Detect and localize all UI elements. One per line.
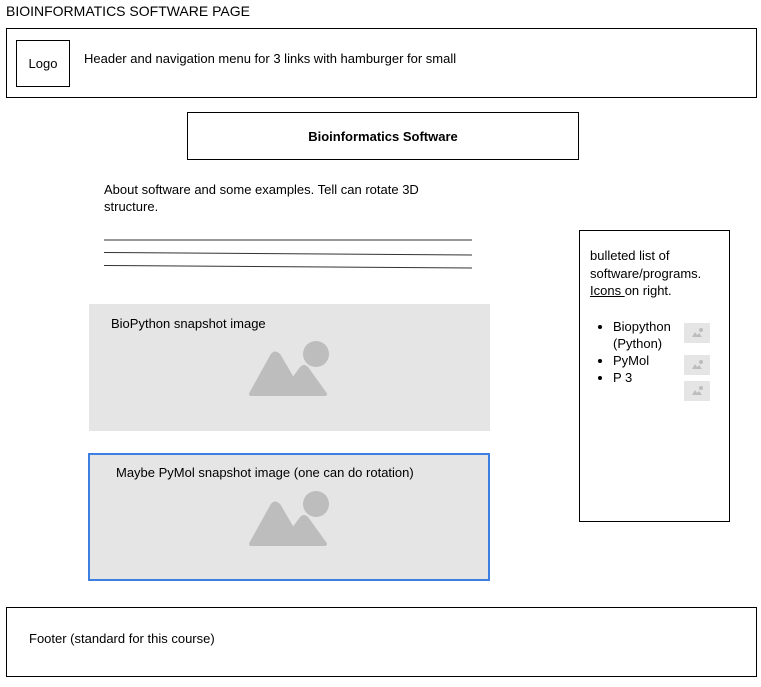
main-title: Bioinformatics Software: [308, 128, 458, 144]
software-list: Biopython (Python) PyMol P 3: [592, 318, 693, 386]
image-icon: [249, 341, 329, 396]
image-icon: [684, 323, 710, 343]
footer-text: Footer (standard for this course): [29, 631, 215, 646]
about-text: About software and some examples. Tell c…: [104, 182, 419, 214]
image-icon: [684, 381, 710, 401]
pymol-image-placeholder: Maybe PyMol snapshot image (one can do r…: [88, 453, 490, 581]
logo-box: Logo: [16, 40, 70, 87]
biopython-image-label: BioPython snapshot image: [111, 316, 266, 331]
header-description: Header and navigation menu for 3 links w…: [84, 51, 457, 66]
image-icon: [249, 491, 329, 546]
software-list-item: Biopython (Python): [613, 318, 693, 352]
text-placeholder-lines: [104, 239, 473, 269]
placeholder-line-3: [104, 265, 473, 269]
software-list-item: P 3: [613, 369, 693, 386]
sidebar-intro-end: on right.: [624, 283, 672, 298]
sidebar-intro: bulleted list of software/programs. Icon…: [590, 247, 720, 300]
header-wireframe: Logo Header and navigation menu for 3 li…: [6, 28, 757, 98]
image-icon: [684, 355, 710, 375]
software-sidebar: bulleted list of software/programs. Icon…: [579, 230, 730, 522]
pymol-image-label: Maybe PyMol snapshot image (one can do r…: [116, 465, 414, 480]
placeholder-line-2: [104, 252, 473, 256]
main-title-box: Bioinformatics Software: [187, 112, 579, 160]
page-title: BIOINFORMATICS SOFTWARE PAGE: [6, 3, 250, 19]
footer-wireframe: Footer (standard for this course): [6, 607, 757, 677]
logo-label: Logo: [28, 56, 58, 71]
sidebar-intro-icons: Icons: [590, 283, 625, 298]
sidebar-intro-text: bulleted list of software/programs.: [590, 248, 702, 281]
software-list-item: PyMol: [613, 352, 693, 369]
biopython-image-placeholder: BioPython snapshot image: [89, 304, 490, 431]
